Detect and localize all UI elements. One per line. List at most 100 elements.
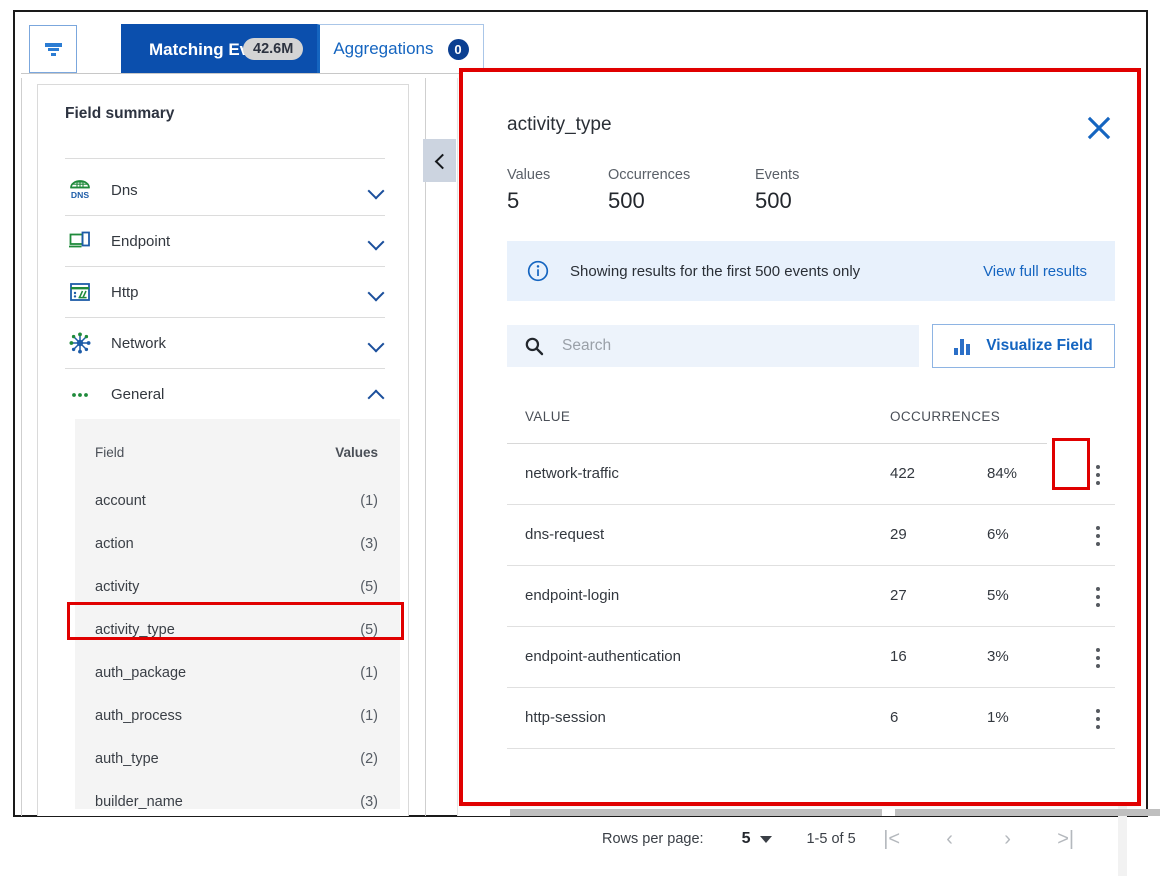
last-page-icon[interactable]: >| bbox=[1048, 821, 1084, 857]
row-value: endpoint-authentication bbox=[525, 648, 681, 665]
kebab-menu-icon[interactable] bbox=[1084, 643, 1112, 673]
pagination-bar: Rows per page: 5 1-5 of 5 |< ‹ › >| bbox=[507, 813, 1115, 865]
row-percent: 1% bbox=[987, 709, 1009, 726]
search-icon bbox=[524, 336, 544, 356]
field-summary-title-divider bbox=[65, 158, 385, 159]
view-tabs: Matching Events 42.6M Aggregations 0 bbox=[121, 24, 484, 74]
chevron-up-icon[interactable] bbox=[367, 386, 385, 404]
chevron-down-icon[interactable] bbox=[367, 334, 385, 352]
field-name: account bbox=[95, 492, 146, 509]
first-page-icon[interactable]: |< bbox=[874, 821, 910, 857]
sidebar-item-general[interactable]: General bbox=[65, 369, 385, 420]
close-x-icon[interactable] bbox=[1084, 113, 1114, 143]
row-percent: 84% bbox=[987, 465, 1018, 482]
field-value-count: (1) bbox=[360, 492, 378, 509]
info-banner: Showing results for the first 500 events… bbox=[507, 241, 1115, 301]
kebab-menu-icon[interactable] bbox=[1084, 582, 1112, 612]
stat-value: 500 bbox=[755, 188, 792, 213]
network-nodes-icon bbox=[65, 330, 95, 356]
field-row-auth-package[interactable]: auth_package (1) bbox=[75, 651, 400, 694]
svg-text:DNS: DNS bbox=[71, 190, 89, 200]
chevron-down-icon[interactable] bbox=[367, 181, 385, 199]
field-row-builder-name[interactable]: builder_name (3) bbox=[75, 780, 400, 823]
field-value-count: (1) bbox=[360, 664, 378, 681]
right-rail-divider bbox=[425, 78, 426, 816]
table-row[interactable]: endpoint-login 27 5% bbox=[507, 566, 1115, 627]
field-row-auth-process[interactable]: auth_process (1) bbox=[75, 694, 400, 737]
stat-label: Occurrences bbox=[608, 167, 691, 183]
pagination-range-text: 1-5 of 5 bbox=[806, 831, 856, 847]
row-occurrences: 27 bbox=[890, 587, 907, 604]
next-page-icon[interactable]: › bbox=[990, 821, 1026, 857]
field-list-table: Field Values account (1) action (3) acti… bbox=[75, 419, 400, 810]
field-row-auth-type[interactable]: auth_type (2) bbox=[75, 737, 400, 780]
chevron-down-icon[interactable] bbox=[367, 232, 385, 250]
table-row[interactable]: dns-request 29 6% bbox=[507, 505, 1115, 566]
chevron-left-icon bbox=[433, 154, 447, 168]
table-row[interactable]: http-session 6 1% bbox=[507, 688, 1115, 749]
field-row-activity[interactable]: activity (5) bbox=[75, 565, 400, 608]
row-value: http-session bbox=[525, 709, 606, 726]
values-column-header: Values bbox=[335, 444, 378, 460]
kebab-menu-icon[interactable] bbox=[1084, 521, 1112, 551]
field-name: activity_type bbox=[95, 621, 175, 638]
filter-button[interactable] bbox=[29, 25, 77, 73]
chevron-down-icon[interactable] bbox=[367, 283, 385, 301]
visualize-field-label: Visualize Field bbox=[986, 337, 1093, 354]
tab-aggregations[interactable]: Aggregations 0 bbox=[317, 24, 484, 74]
field-summary-title: Field summary bbox=[65, 105, 175, 122]
endpoint-device-icon bbox=[65, 228, 95, 254]
row-value: dns-request bbox=[525, 526, 605, 543]
collapse-sidebar-button[interactable] bbox=[423, 139, 456, 182]
field-value-count: (5) bbox=[360, 621, 378, 638]
stat-value: 5 bbox=[507, 188, 520, 213]
sidebar-item-http-label: Http bbox=[111, 283, 139, 301]
kebab-menu-icon[interactable] bbox=[1084, 460, 1112, 490]
chevron-down-icon[interactable] bbox=[760, 835, 773, 843]
stat-label: Events bbox=[755, 167, 800, 183]
search-box[interactable] bbox=[507, 325, 919, 367]
ellipsis-icon bbox=[65, 382, 95, 408]
table-row[interactable]: endpoint-authentication 16 3% bbox=[507, 627, 1115, 688]
tab-aggregations-badge: 0 bbox=[447, 38, 469, 60]
dialog-title: activity_type bbox=[507, 114, 612, 135]
filter-funnel-icon bbox=[44, 41, 62, 57]
field-row-activity-type[interactable]: activity_type (5) bbox=[75, 608, 400, 651]
rows-per-page-value[interactable]: 5 bbox=[742, 830, 751, 848]
kebab-menu-icon[interactable] bbox=[1084, 704, 1112, 734]
search-input[interactable] bbox=[560, 336, 890, 356]
sidebar-item-network[interactable]: Network bbox=[65, 318, 385, 369]
field-name: auth_type bbox=[95, 750, 159, 767]
row-occurrences: 6 bbox=[890, 709, 899, 726]
info-banner-text: Showing results for the first 500 events… bbox=[570, 262, 861, 280]
row-percent: 6% bbox=[987, 526, 1009, 543]
tab-aggregations-label: Aggregations bbox=[333, 39, 434, 58]
sidebar-item-endpoint-label: Endpoint bbox=[111, 232, 171, 250]
field-row-action[interactable]: action (3) bbox=[75, 522, 400, 565]
tab-matching-events-badge: 42.6M bbox=[243, 38, 304, 60]
sidebar-item-http[interactable]: Http bbox=[65, 267, 385, 318]
previous-page-icon[interactable]: ‹ bbox=[932, 821, 968, 857]
field-value-count: (3) bbox=[360, 793, 378, 810]
tab-matching-events[interactable]: Matching Events 42.6M bbox=[121, 24, 318, 74]
sidebar-item-endpoint[interactable]: Endpoint bbox=[65, 216, 385, 267]
rows-per-page-label: Rows per page: bbox=[602, 831, 704, 847]
visualize-field-button[interactable]: Visualize Field bbox=[932, 324, 1115, 368]
sidebar-item-dns-label: Dns bbox=[111, 181, 138, 199]
field-detail-dialog: activity_type Values 5 Occurrences 500 E… bbox=[461, 70, 1139, 850]
http-browser-icon bbox=[65, 279, 95, 305]
sidebar-item-dns[interactable]: DNS Dns bbox=[65, 165, 385, 216]
view-full-results-link[interactable]: View full results bbox=[983, 263, 1087, 280]
stat-occurrences: Occurrences 500 bbox=[608, 167, 755, 214]
row-occurrences: 29 bbox=[890, 526, 907, 543]
field-name: activity bbox=[95, 578, 140, 595]
field-row-account[interactable]: account (1) bbox=[75, 479, 400, 522]
stat-events: Events 500 bbox=[755, 167, 799, 214]
table-row[interactable]: network-traffic 422 84% bbox=[507, 444, 1115, 505]
row-occurrences: 16 bbox=[890, 648, 907, 665]
dns-globe-icon: DNS bbox=[65, 177, 95, 203]
row-value: endpoint-login bbox=[525, 587, 620, 604]
values-table-header: VALUE OCCURRENCES bbox=[507, 401, 1092, 443]
field-value-count: (3) bbox=[360, 535, 378, 552]
field-column-header: Field bbox=[95, 444, 125, 460]
